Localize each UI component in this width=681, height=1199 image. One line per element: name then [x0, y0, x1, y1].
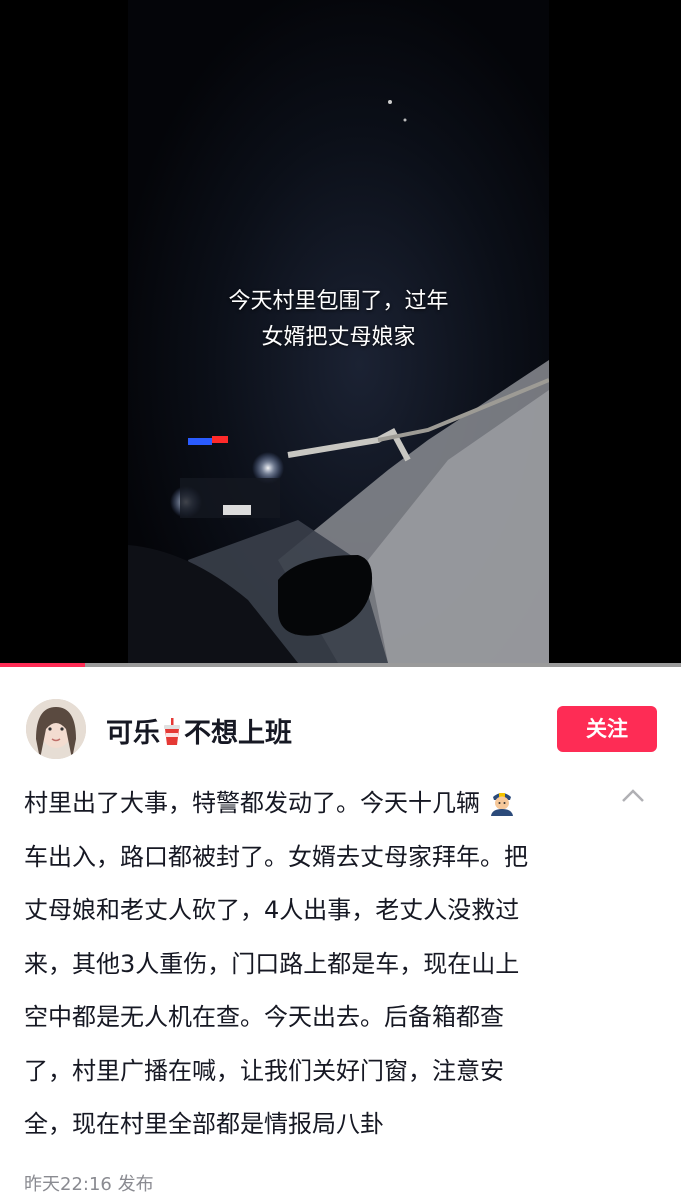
- description-line: 全，现在村里全部都是情报局八卦: [24, 1110, 384, 1138]
- chevron-up-icon[interactable]: [621, 788, 645, 804]
- description-line: 村里出了大事，特警都发动了。今天十几辆: [24, 777, 604, 831]
- post-info-panel: 可乐 不想上班 关注 村里出了大事，特警都发动了。今天十几辆 车出入，路口都被封…: [0, 667, 681, 1199]
- caption-line-1: 今天村里包围了，过年: [228, 289, 449, 314]
- description-line: 了，村里广播在喊，让我们关好门窗，注意安: [24, 1056, 504, 1085]
- author-name-suffix: 不想上班: [184, 718, 292, 749]
- avatar[interactable]: [26, 699, 86, 759]
- caption-line-2: 女婿把丈母娘家: [261, 325, 416, 350]
- police-officer-icon: [488, 782, 516, 816]
- video-caption: 今天村里包围了，过年 女婿把丈母娘家: [128, 284, 549, 356]
- description-line: 来，其他3人重伤，门口路上都是车，现在山上: [24, 949, 520, 978]
- post-description: 村里出了大事，特警都发动了。今天十几辆 车出入，路口都被封了。女婿去丈母家拜年。…: [24, 777, 604, 1152]
- video-player[interactable]: 今天村里包围了，过年 女婿把丈母娘家: [0, 0, 681, 663]
- cola-cup-icon: [162, 718, 182, 746]
- author-name[interactable]: 可乐 不想上班: [106, 711, 292, 750]
- description-line: 空中都是无人机在查。今天出去。后备箱都查: [24, 1003, 504, 1031]
- follow-button[interactable]: 关注: [557, 706, 657, 752]
- author-name-prefix: 可乐: [106, 718, 160, 749]
- description-line: 丈母娘和老丈人砍了，4人出事，老丈人没救过: [24, 896, 520, 924]
- post-timestamp: 昨天22:16 发布: [24, 1174, 154, 1195]
- avatar-portrait: [26, 699, 86, 759]
- description-line: 车出入，路口都被封了。女婿去丈母家拜年。把: [24, 842, 528, 871]
- description-line-text: 村里出了大事，特警都发动了。今天十几辆: [24, 789, 480, 817]
